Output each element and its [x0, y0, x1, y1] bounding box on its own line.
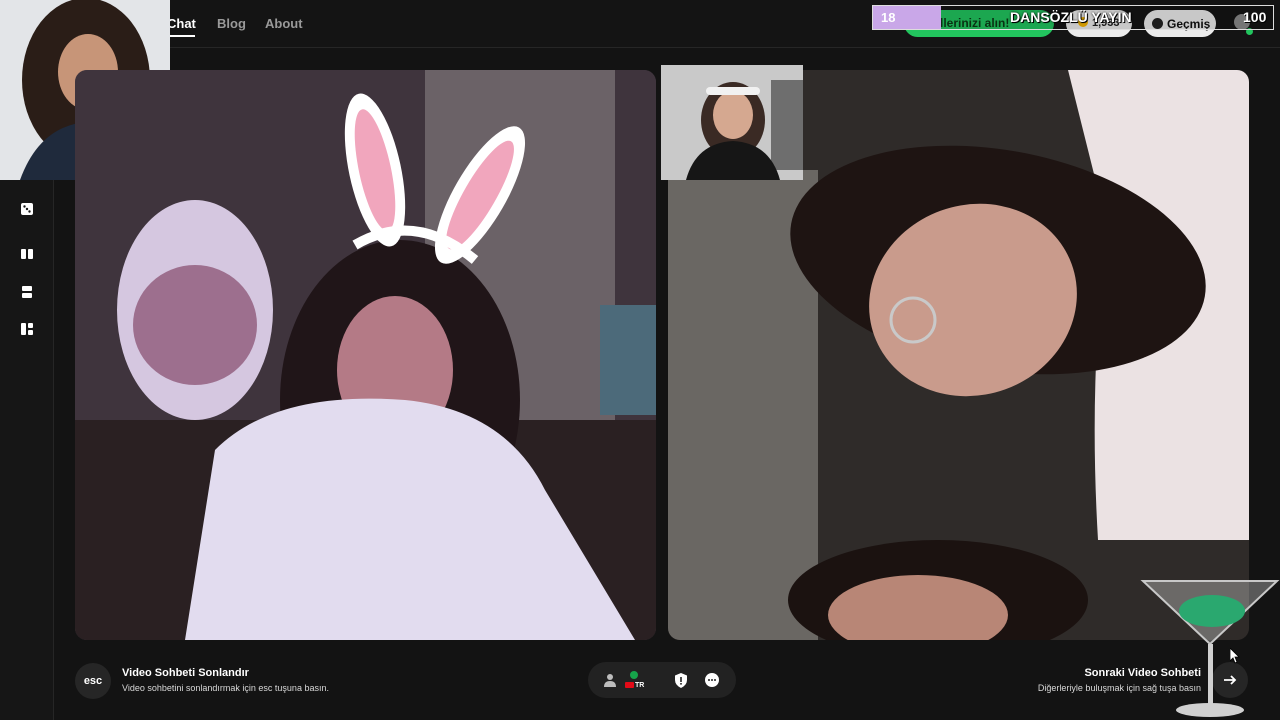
partner-profile-button[interactable] — [600, 670, 620, 690]
picture-in-picture-feed — [661, 65, 803, 180]
layout-grid-button[interactable] — [9, 311, 45, 347]
rows-layout-icon — [22, 286, 32, 298]
end-chat-subtitle: Video sohbetini sonlandırmak için esc tu… — [122, 683, 329, 693]
nav-link-blog[interactable]: Blog — [217, 16, 246, 31]
random-match-button[interactable] — [9, 191, 45, 227]
video-chat-app: Chat Blog About llerinizi alın! 1,933 Ge… — [0, 0, 1280, 720]
turkey-flag-icon — [625, 682, 634, 688]
mouse-cursor-icon — [1230, 648, 1240, 664]
left-sidebar — [0, 180, 54, 720]
stream-overlay-count: 100 — [1243, 9, 1267, 25]
local-video-feed — [75, 70, 656, 640]
shield-icon — [675, 672, 687, 688]
partner-country-code: TR — [635, 682, 645, 689]
chat-message-button[interactable] — [702, 670, 722, 690]
stream-overlay-title: DANSÖZLÜ YAYIN — [1010, 9, 1132, 25]
report-button[interactable] — [671, 670, 691, 690]
dice-icon — [21, 203, 33, 215]
verified-badge-icon — [630, 671, 638, 679]
end-chat-button[interactable]: esc — [75, 663, 111, 699]
active-nav-indicator — [168, 35, 195, 37]
grid-layout-icon — [21, 323, 33, 335]
nav-link-about[interactable]: About — [265, 16, 303, 31]
chat-bubble-icon — [705, 673, 719, 687]
user-icon — [604, 674, 616, 687]
columns-layout-icon — [21, 249, 33, 259]
martini-glass-overlay-icon — [1140, 580, 1280, 717]
nav-link-chat[interactable]: Chat — [167, 16, 196, 31]
layout-columns-button[interactable] — [9, 236, 45, 272]
layout-rows-button[interactable] — [9, 274, 45, 310]
end-chat-title: Video Sohbeti Sonlandır — [122, 667, 249, 679]
call-control-bar — [588, 662, 736, 698]
stream-overlay-left-number: 18 — [881, 10, 896, 25]
